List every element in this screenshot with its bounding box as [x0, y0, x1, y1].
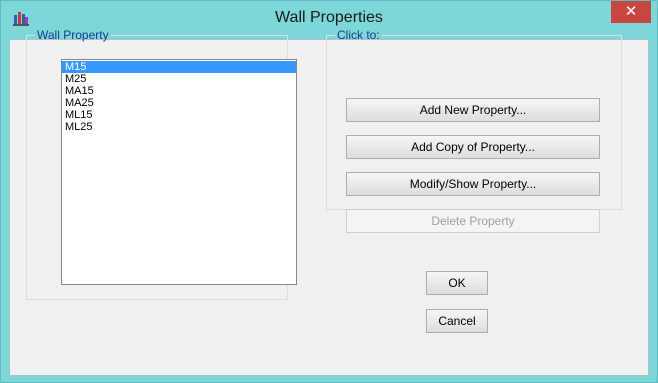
wall-property-list-item[interactable]: M15: [62, 61, 296, 73]
cancel-button[interactable]: Cancel: [426, 309, 488, 333]
wall-property-list-item[interactable]: ML25: [62, 121, 296, 133]
window-title: Wall Properties: [275, 9, 383, 26]
click-to-legend: Click to:: [337, 28, 380, 42]
close-button[interactable]: ✕: [611, 1, 651, 23]
ok-button[interactable]: OK: [426, 271, 488, 295]
wall-property-list-item[interactable]: MA15: [62, 85, 296, 97]
wall-property-list-item[interactable]: MA25: [62, 97, 296, 109]
modify-show-property-button[interactable]: Modify/Show Property...: [346, 172, 600, 196]
wall-property-list-item[interactable]: M25: [62, 73, 296, 85]
add-new-property-button[interactable]: Add New Property...: [346, 98, 600, 122]
wall-property-legend: Wall Property: [37, 28, 109, 42]
close-icon: ✕: [624, 2, 638, 20]
add-copy-of-property-button[interactable]: Add Copy of Property...: [346, 135, 600, 159]
delete-property-button[interactable]: Delete Property: [346, 209, 600, 233]
wall-property-listbox[interactable]: M15 M25 MA15 MA25 ML15 ML25: [61, 59, 297, 285]
wall-property-list-item[interactable]: ML15: [62, 109, 296, 121]
